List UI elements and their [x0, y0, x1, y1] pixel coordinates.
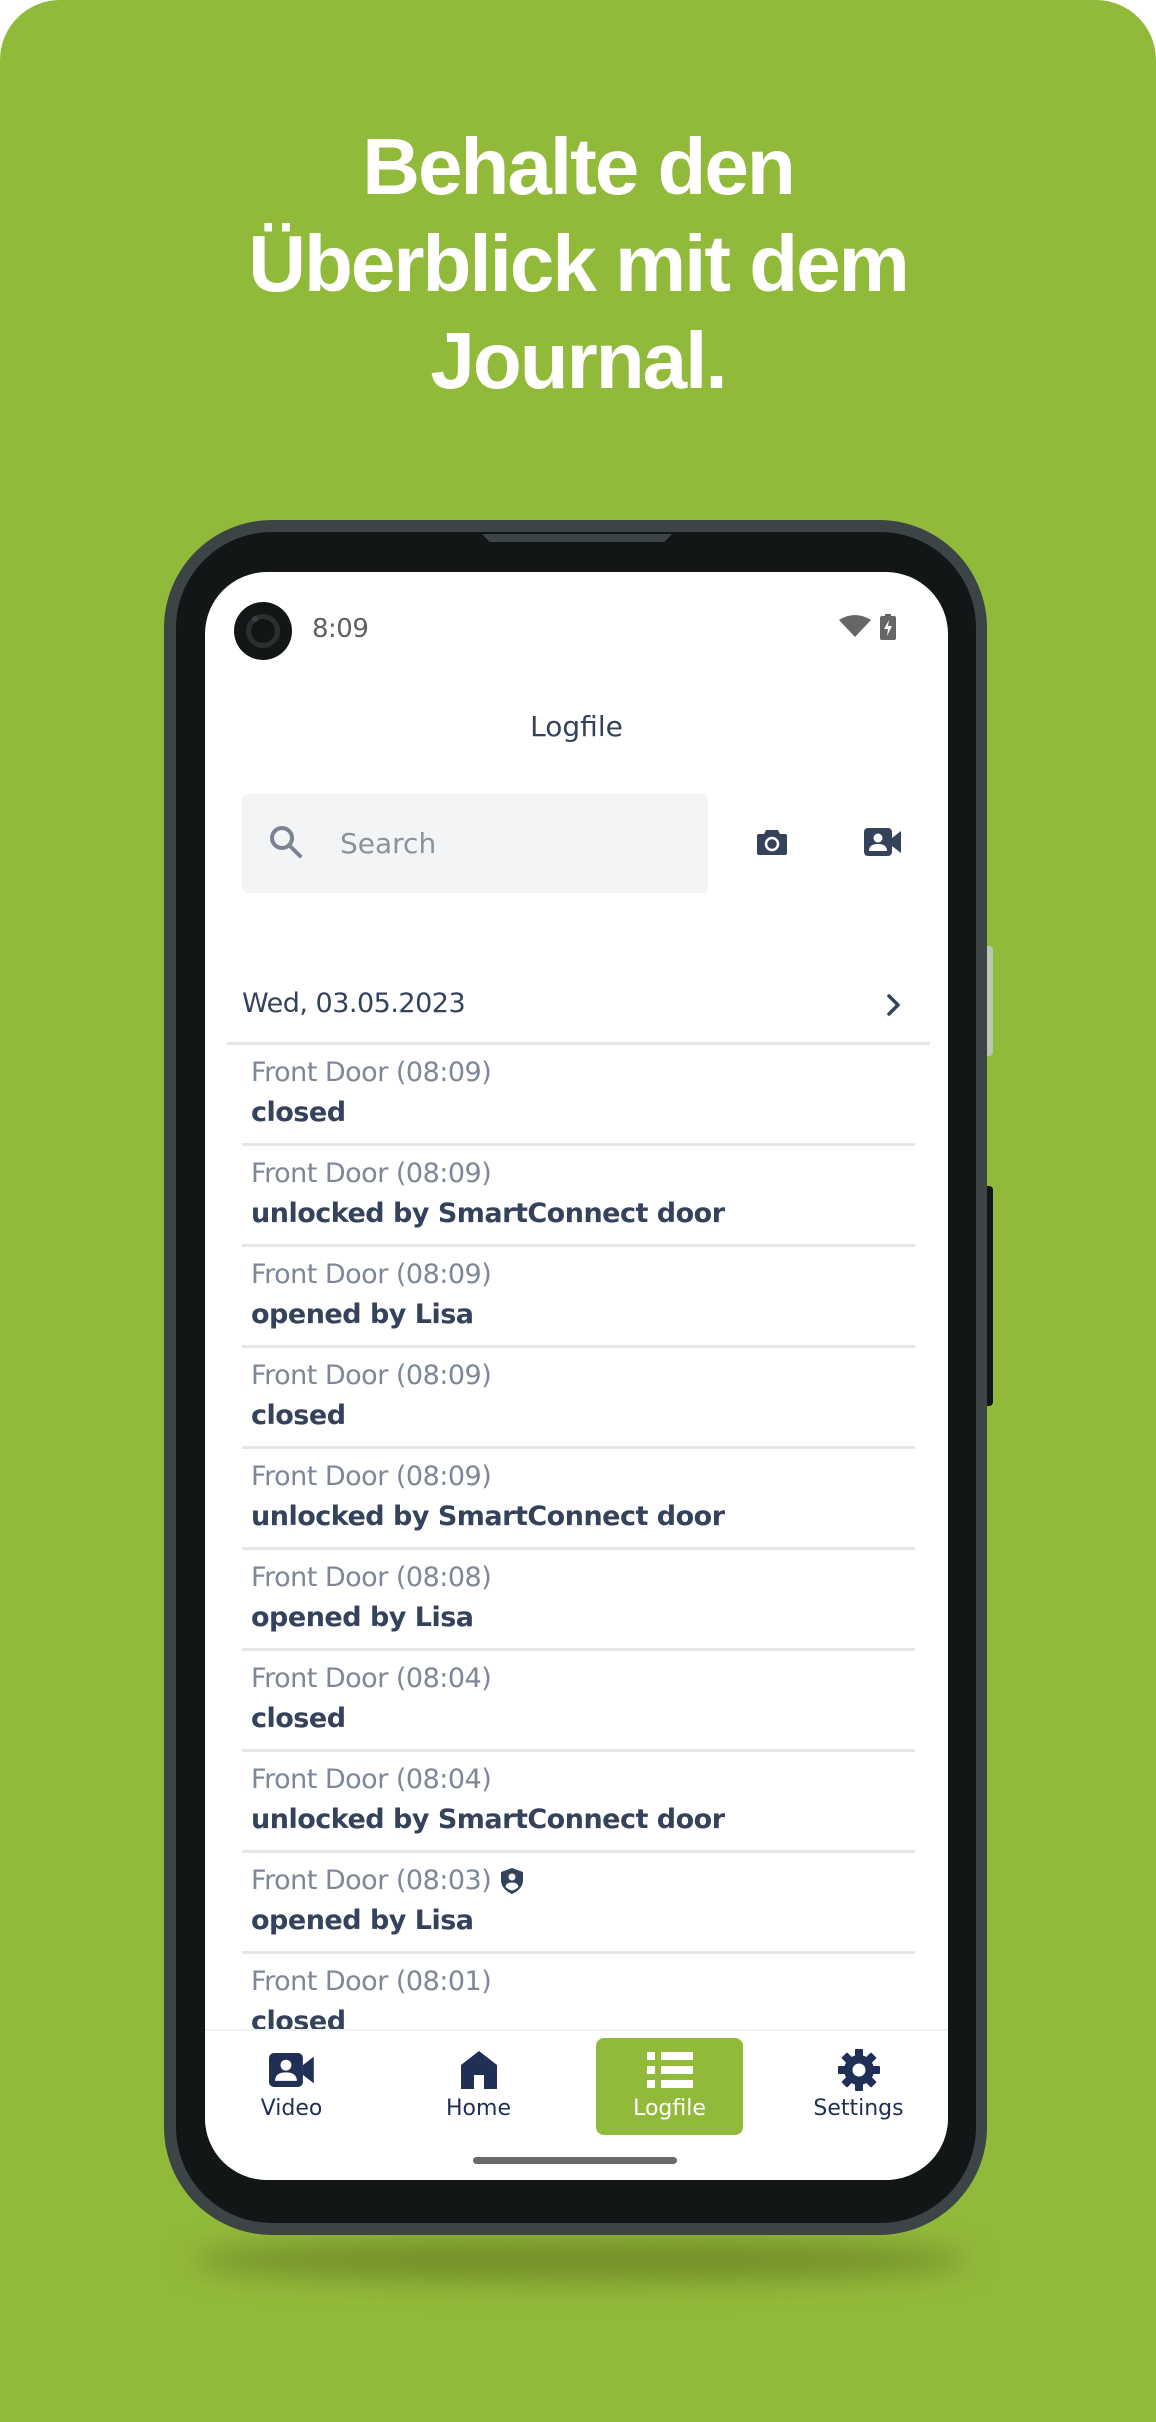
- headline-line-1: Behalte den: [362, 122, 795, 211]
- log-entry-action: unlocked by SmartConnect door: [251, 1501, 725, 1532]
- gear-icon: [837, 2049, 880, 2091]
- log-entry[interactable]: Front Door (08:09) unlocked by SmartConn…: [242, 1146, 915, 1247]
- log-entry-action: opened by Lisa: [251, 1602, 474, 1633]
- log-entry-title: Front Door (08:03): [251, 1865, 492, 1896]
- front-camera-icon: [234, 602, 292, 660]
- phone-shadow: [190, 2238, 970, 2282]
- snapshot-button[interactable]: [753, 824, 791, 860]
- list-icon: [646, 2052, 693, 2088]
- log-entry-action: closed: [251, 1703, 346, 1734]
- wifi-icon: [839, 615, 871, 637]
- log-entry-title: Front Door (08:09): [251, 1057, 492, 1088]
- video-call-button[interactable]: [861, 824, 905, 860]
- log-entry[interactable]: Front Door (08:04) closed: [242, 1651, 915, 1752]
- search-icon: [270, 826, 302, 858]
- log-entry-title: Front Door (08:09): [251, 1360, 492, 1391]
- log-entry-title: Front Door (08:08): [251, 1562, 492, 1593]
- shield-user-icon: [501, 1867, 524, 1894]
- log-entry-title: Front Door (08:09): [251, 1259, 492, 1290]
- log-entry-title: Front Door (08:04): [251, 1663, 492, 1694]
- video-user-icon: [268, 2053, 314, 2087]
- log-entry-title-with-badge: Front Door (08:03): [251, 1865, 524, 1896]
- nav-tab-settings[interactable]: Settings: [785, 2038, 932, 2135]
- log-entry-action: opened by Lisa: [251, 1299, 474, 1330]
- nav-tab-video[interactable]: Video: [218, 2038, 365, 2135]
- date-label: Wed, 03.05.2023: [242, 988, 466, 1019]
- log-entry[interactable]: Front Door (08:03) opened by Lisa: [242, 1853, 915, 1954]
- log-entry[interactable]: Front Door (08:09) closed: [242, 1045, 915, 1146]
- phone-screen: 8:09 Logfile Wed, 03.05.2023: [205, 572, 948, 2180]
- log-entry[interactable]: Front Door (08:08) opened by Lisa: [242, 1550, 915, 1651]
- log-entry-action: unlocked by SmartConnect door: [251, 1198, 725, 1229]
- log-entry-title: Front Door (08:04): [251, 1764, 492, 1795]
- video-user-icon: [864, 828, 901, 856]
- log-entry-title: Front Door (08:01): [251, 1966, 492, 1997]
- phone-speaker: [482, 534, 672, 542]
- camera-icon: [757, 830, 787, 855]
- log-entry-title: Front Door (08:09): [251, 1158, 492, 1189]
- search-bar[interactable]: [242, 794, 708, 893]
- camera-lens-dot: [252, 616, 258, 622]
- battery-charging-icon: [880, 614, 896, 640]
- nav-label: Settings: [813, 2096, 904, 2121]
- log-entry[interactable]: Front Door (08:09) unlocked by SmartConn…: [242, 1449, 915, 1550]
- home-icon: [460, 2051, 497, 2089]
- phone-power-button: [987, 1186, 993, 1406]
- log-list: Front Door (08:09) closed Front Door (08…: [242, 1045, 915, 2055]
- nav-label: Logfile: [633, 2096, 706, 2121]
- chevron-right-icon[interactable]: [882, 990, 906, 1020]
- log-entry-action: opened by Lisa: [251, 1905, 474, 1936]
- log-entry[interactable]: Front Door (08:09) opened by Lisa: [242, 1247, 915, 1348]
- status-time: 8:09: [312, 614, 369, 644]
- log-entry-action: closed: [251, 1400, 346, 1431]
- nav-label: Video: [260, 2096, 323, 2121]
- nav-label: Home: [446, 2096, 511, 2121]
- log-entry[interactable]: Front Door (08:09) closed: [242, 1348, 915, 1449]
- phone-volume-button: [987, 946, 993, 1056]
- headline-line-3: Journal.: [430, 316, 727, 405]
- nav-tab-home[interactable]: Home: [405, 2038, 552, 2135]
- search-input[interactable]: [340, 794, 690, 893]
- log-entry-action: unlocked by SmartConnect door: [251, 1804, 725, 1835]
- date-header[interactable]: Wed, 03.05.2023: [227, 974, 930, 1045]
- headline-line-2: Überblick mit dem: [248, 219, 910, 308]
- log-entry-action: closed: [251, 1097, 346, 1128]
- log-entry-title: Front Door (08:09): [251, 1461, 492, 1492]
- page-title: Logfile: [530, 710, 623, 743]
- log-entry[interactable]: Front Door (08:04) unlocked by SmartConn…: [242, 1752, 915, 1853]
- nav-tab-logfile[interactable]: Logfile: [596, 2038, 743, 2135]
- promo-headline: Behalte den Überblick mit dem Journal.: [0, 118, 1156, 409]
- home-indicator[interactable]: [473, 2157, 677, 2164]
